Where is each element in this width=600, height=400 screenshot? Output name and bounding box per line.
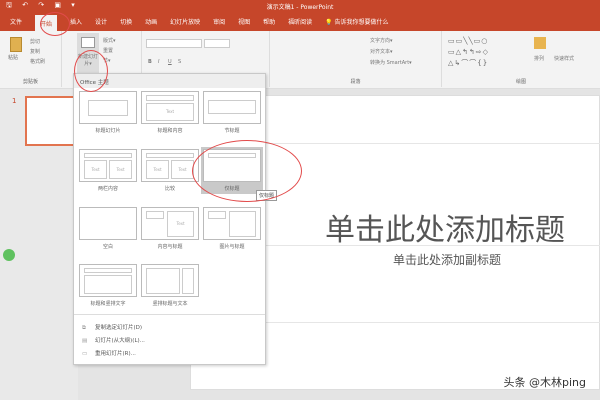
new-slide-dropdown: Office 主题 标题幻灯片 Text 标题和内容 节标题 Text Text 两栏… [73,73,266,365]
layout-blank[interactable]: 空白 [79,207,137,250]
slides-from-outline-item[interactable]: ▤ 幻灯片(从大纲)(L)... [82,336,145,344]
tab-insert[interactable]: 插入 [70,17,82,26]
annotation-circle-home [40,12,70,36]
drawing-group: ▭▭╲╲▭○ ▭△↰↰⇨◇ △↳⌒⌒{} 排列 快速样式 绘图 [442,31,600,87]
reset-button[interactable]: 重置 [103,47,113,54]
format-painter-button[interactable]: 格式刷 [30,58,45,65]
cut-button[interactable]: 剪切 [30,38,40,45]
subtitle-placeholder[interactable]: 单击此处添加副标题 [393,251,501,268]
outline-icon: ▤ [82,338,88,344]
annotation-circle-title-only [192,140,302,202]
layout-title-slide[interactable]: 标题幻灯片 [79,91,137,134]
tab-help[interactable]: 帮助 [263,17,275,26]
underline-button[interactable]: U [168,59,172,65]
align-text-button[interactable]: 对齐文本▾ [370,48,393,55]
clipboard-label: 剪贴板 [22,79,38,85]
duplicate-slide-item[interactable]: ⧉ 复制选定幻灯片(D) [82,323,142,332]
new-slide-icon [81,37,95,48]
shadow-button[interactable]: S [178,59,181,65]
tab-transitions[interactable]: 切换 [120,17,132,26]
title-bar: 🖫 ↶ ↷ ▣ ▾ 演示文稿1 - PowerPoint [0,0,600,12]
text-direction-button[interactable]: 文字方向▾ [370,37,393,44]
paste-icon [10,37,22,52]
arrange-icon [534,37,546,49]
font-name-input[interactable] [146,39,202,48]
folder-icon: ▭ [82,351,88,357]
window-title: 演示文稿1 - PowerPoint [266,4,334,11]
watermark: 头条 @木林ping [503,376,587,389]
reuse-slides-item[interactable]: ▭ 重用幻灯片(R)... [82,349,136,357]
drawing-label: 绘图 [515,79,526,85]
annotation-circle-new-slide [74,50,108,92]
tab-file[interactable]: 文件 [10,17,22,26]
slide-number: 1 [12,97,17,105]
copy-button[interactable]: 复制 [30,48,40,55]
duplicate-icon: ⧉ [82,325,86,331]
bold-button[interactable]: B [148,59,152,65]
tab-foxit[interactable]: 福昕阅读 [288,17,312,26]
font-size-input[interactable] [204,39,230,48]
layout-picture-caption[interactable]: 图片与标题 [203,207,261,250]
shapes-gallery[interactable]: ▭▭╲╲▭○ ▭△↰↰⇨◇ △↳⌒⌒{} [448,36,528,72]
quick-styles-button[interactable]: 快速样式 [554,55,574,62]
layout-title-content[interactable]: Text 标题和内容 [141,91,199,134]
title-placeholder[interactable]: 单击此处添加标题 [325,205,565,249]
layout-two-content[interactable]: Text Text 两栏内容 [79,149,137,192]
clipboard-group: 粘贴 剪切 复制 格式刷 剪贴板 [0,31,62,87]
layout-vertical-title-text[interactable]: 竖排标题与文本 [141,264,199,307]
layout-title-vertical-text[interactable]: 标题和竖排文字 [79,264,137,307]
ribbon-tabs: 文件 开始 插入 设计 切换 动画 幻灯片放映 审阅 视图 帮助 福昕阅读 💡 … [0,12,600,32]
tab-slideshow[interactable]: 幻灯片放映 [170,17,200,26]
smartart-button[interactable]: 转换为 SmartArt▾ [370,59,412,66]
tell-me-search[interactable]: 💡 告诉我你想要做什么 [325,17,388,26]
paste-button[interactable]: 粘贴 [8,54,18,61]
arrange-button[interactable]: 排列 [534,55,544,62]
slide-thumbnail[interactable] [25,96,77,146]
paragraph-group: 文字方向▾ 对齐文本▾ 转换为 SmartArt▾ 段落 [270,31,442,87]
layout-comparison[interactable]: Text Text 比较 [141,149,199,192]
layout-button[interactable]: 版式▾ [103,37,116,44]
paragraph-label: 段落 [350,79,361,85]
tab-view[interactable]: 视图 [238,17,250,26]
tab-design[interactable]: 设计 [95,17,107,26]
green-floating-button[interactable] [3,249,15,261]
layout-content-caption[interactable]: Text 内容与标题 [141,207,199,250]
italic-button[interactable]: I [158,59,159,65]
layout-section-header[interactable]: 节标题 [203,91,261,134]
tab-animations[interactable]: 动画 [145,17,157,26]
tab-review[interactable]: 审阅 [213,17,225,26]
